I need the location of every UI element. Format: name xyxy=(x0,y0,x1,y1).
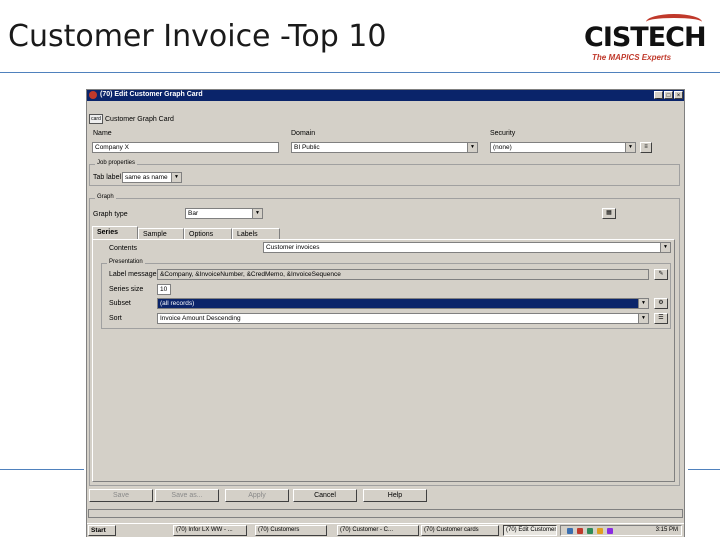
graph-type-select[interactable]: Bar ▼ xyxy=(185,208,263,219)
domain-select[interactable]: BI Public ▼ xyxy=(291,142,478,153)
contents-label: Contents xyxy=(109,245,138,252)
tab-label-select[interactable]: same as name ▼ xyxy=(122,172,182,183)
taskbar-item-active[interactable]: (70) Edit Customers... xyxy=(503,525,557,536)
security-label: Security xyxy=(490,130,516,137)
label-message-label: Label message xyxy=(109,271,157,278)
security-select[interactable]: (none) ▼ xyxy=(490,142,636,153)
subset-value: (all records) xyxy=(160,300,195,307)
window-title: (70) Edit Customer Graph Card xyxy=(100,91,203,98)
series-size-field[interactable]: 10 xyxy=(157,284,171,295)
name-field[interactable]: Company X xyxy=(92,142,279,153)
cistech-logo: CISTECH The MAPICS Experts xyxy=(578,14,716,62)
tab-label-label: Tab label xyxy=(93,174,122,181)
taskbar: Start (70) Infor LX WW - ... (70) Custom… xyxy=(87,523,684,537)
properties-group-title: Job properties xyxy=(95,160,138,166)
minimize-button[interactable]: _ xyxy=(654,91,663,99)
network-icon[interactable] xyxy=(567,528,573,534)
graph-preview-icon[interactable]: ▦ xyxy=(602,208,616,219)
taskbar-item[interactable]: (70) Infor LX WW - ... xyxy=(173,525,247,536)
close-button[interactable]: × xyxy=(674,91,683,99)
graph-type-label: Graph type xyxy=(93,211,128,218)
edit-graph-card-window: (70) Edit Customer Graph Card _ □ × card… xyxy=(86,89,685,537)
label-message-field[interactable]: &Company, &InvoiceNumber, &CredMemo, &In… xyxy=(157,269,649,280)
maximize-button[interactable]: □ xyxy=(664,91,673,99)
chevron-down-icon[interactable]: ▼ xyxy=(467,143,477,152)
update-icon[interactable] xyxy=(607,528,613,534)
save-button[interactable]: Save xyxy=(89,489,153,502)
taskbar-item[interactable]: (70) Customer cards xyxy=(421,525,499,536)
footer-divider-right xyxy=(688,469,720,470)
slide-title: Customer Invoice -Top 10 xyxy=(8,19,387,54)
sort-select[interactable]: Invoice Amount Descending ▼ xyxy=(157,313,649,324)
window-titlebar[interactable]: (70) Edit Customer Graph Card _ □ × xyxy=(87,90,684,101)
tab-label-value: same as name xyxy=(125,174,168,181)
system-tray: 3:15 PM xyxy=(560,525,682,536)
tab-series[interactable]: Series xyxy=(92,226,138,240)
domain-label: Domain xyxy=(291,130,316,137)
chevron-down-icon[interactable]: ▼ xyxy=(252,209,262,218)
presentation-group-title: Presentation xyxy=(107,259,145,265)
security-value: (none) xyxy=(493,144,512,151)
subset-label: Subset xyxy=(109,300,131,307)
logo-text: CISTECH xyxy=(584,22,707,53)
start-button[interactable]: Start xyxy=(88,525,116,536)
antivirus-icon[interactable] xyxy=(577,528,583,534)
clock: 3:15 PM xyxy=(655,527,678,533)
title-divider xyxy=(0,72,720,73)
apply-button[interactable]: Apply xyxy=(225,489,289,502)
taskbar-item[interactable]: (70) Customer - C... xyxy=(337,525,419,536)
graph-type-value: Bar xyxy=(188,210,199,217)
chevron-down-icon[interactable]: ▼ xyxy=(638,314,648,323)
security-icon[interactable] xyxy=(597,528,603,534)
security-edit-icon[interactable]: ≡ xyxy=(640,142,652,153)
contents-select[interactable]: Customer invoices ▼ xyxy=(263,242,671,253)
subset-edit-icon[interactable]: ⚙ xyxy=(654,298,668,309)
domain-value: BI Public xyxy=(294,144,320,151)
app-icon xyxy=(89,91,97,99)
logo-tagline: The MAPICS Experts xyxy=(592,53,672,62)
status-bar xyxy=(88,509,683,518)
subset-select[interactable]: (all records) ▼ xyxy=(157,298,649,309)
card-header: card Customer Graph Card xyxy=(89,114,174,124)
save-as-button[interactable]: Save as... xyxy=(155,489,219,502)
chevron-down-icon[interactable]: ▼ xyxy=(638,299,648,308)
label-message-edit-icon[interactable]: ✎ xyxy=(654,269,668,280)
cancel-button[interactable]: Cancel xyxy=(293,489,357,502)
volume-icon[interactable] xyxy=(587,528,593,534)
sort-label: Sort xyxy=(109,315,122,322)
chevron-down-icon[interactable]: ▼ xyxy=(171,173,181,182)
card-icon: card xyxy=(89,114,103,124)
chevron-down-icon[interactable]: ▼ xyxy=(625,143,635,152)
taskbar-item[interactable]: (70) Customers xyxy=(255,525,327,536)
series-size-label: Series size xyxy=(109,286,144,293)
chevron-down-icon[interactable]: ▼ xyxy=(660,243,670,252)
footer-divider-left xyxy=(0,469,84,470)
card-header-label: Customer Graph Card xyxy=(105,115,174,123)
sort-edit-icon[interactable]: ☰ xyxy=(654,313,668,324)
help-button[interactable]: Help xyxy=(363,489,427,502)
graph-group-title: Graph xyxy=(95,194,116,200)
sort-value: Invoice Amount Descending xyxy=(160,315,241,322)
contents-value: Customer invoices xyxy=(266,244,320,251)
name-label: Name xyxy=(93,130,112,137)
